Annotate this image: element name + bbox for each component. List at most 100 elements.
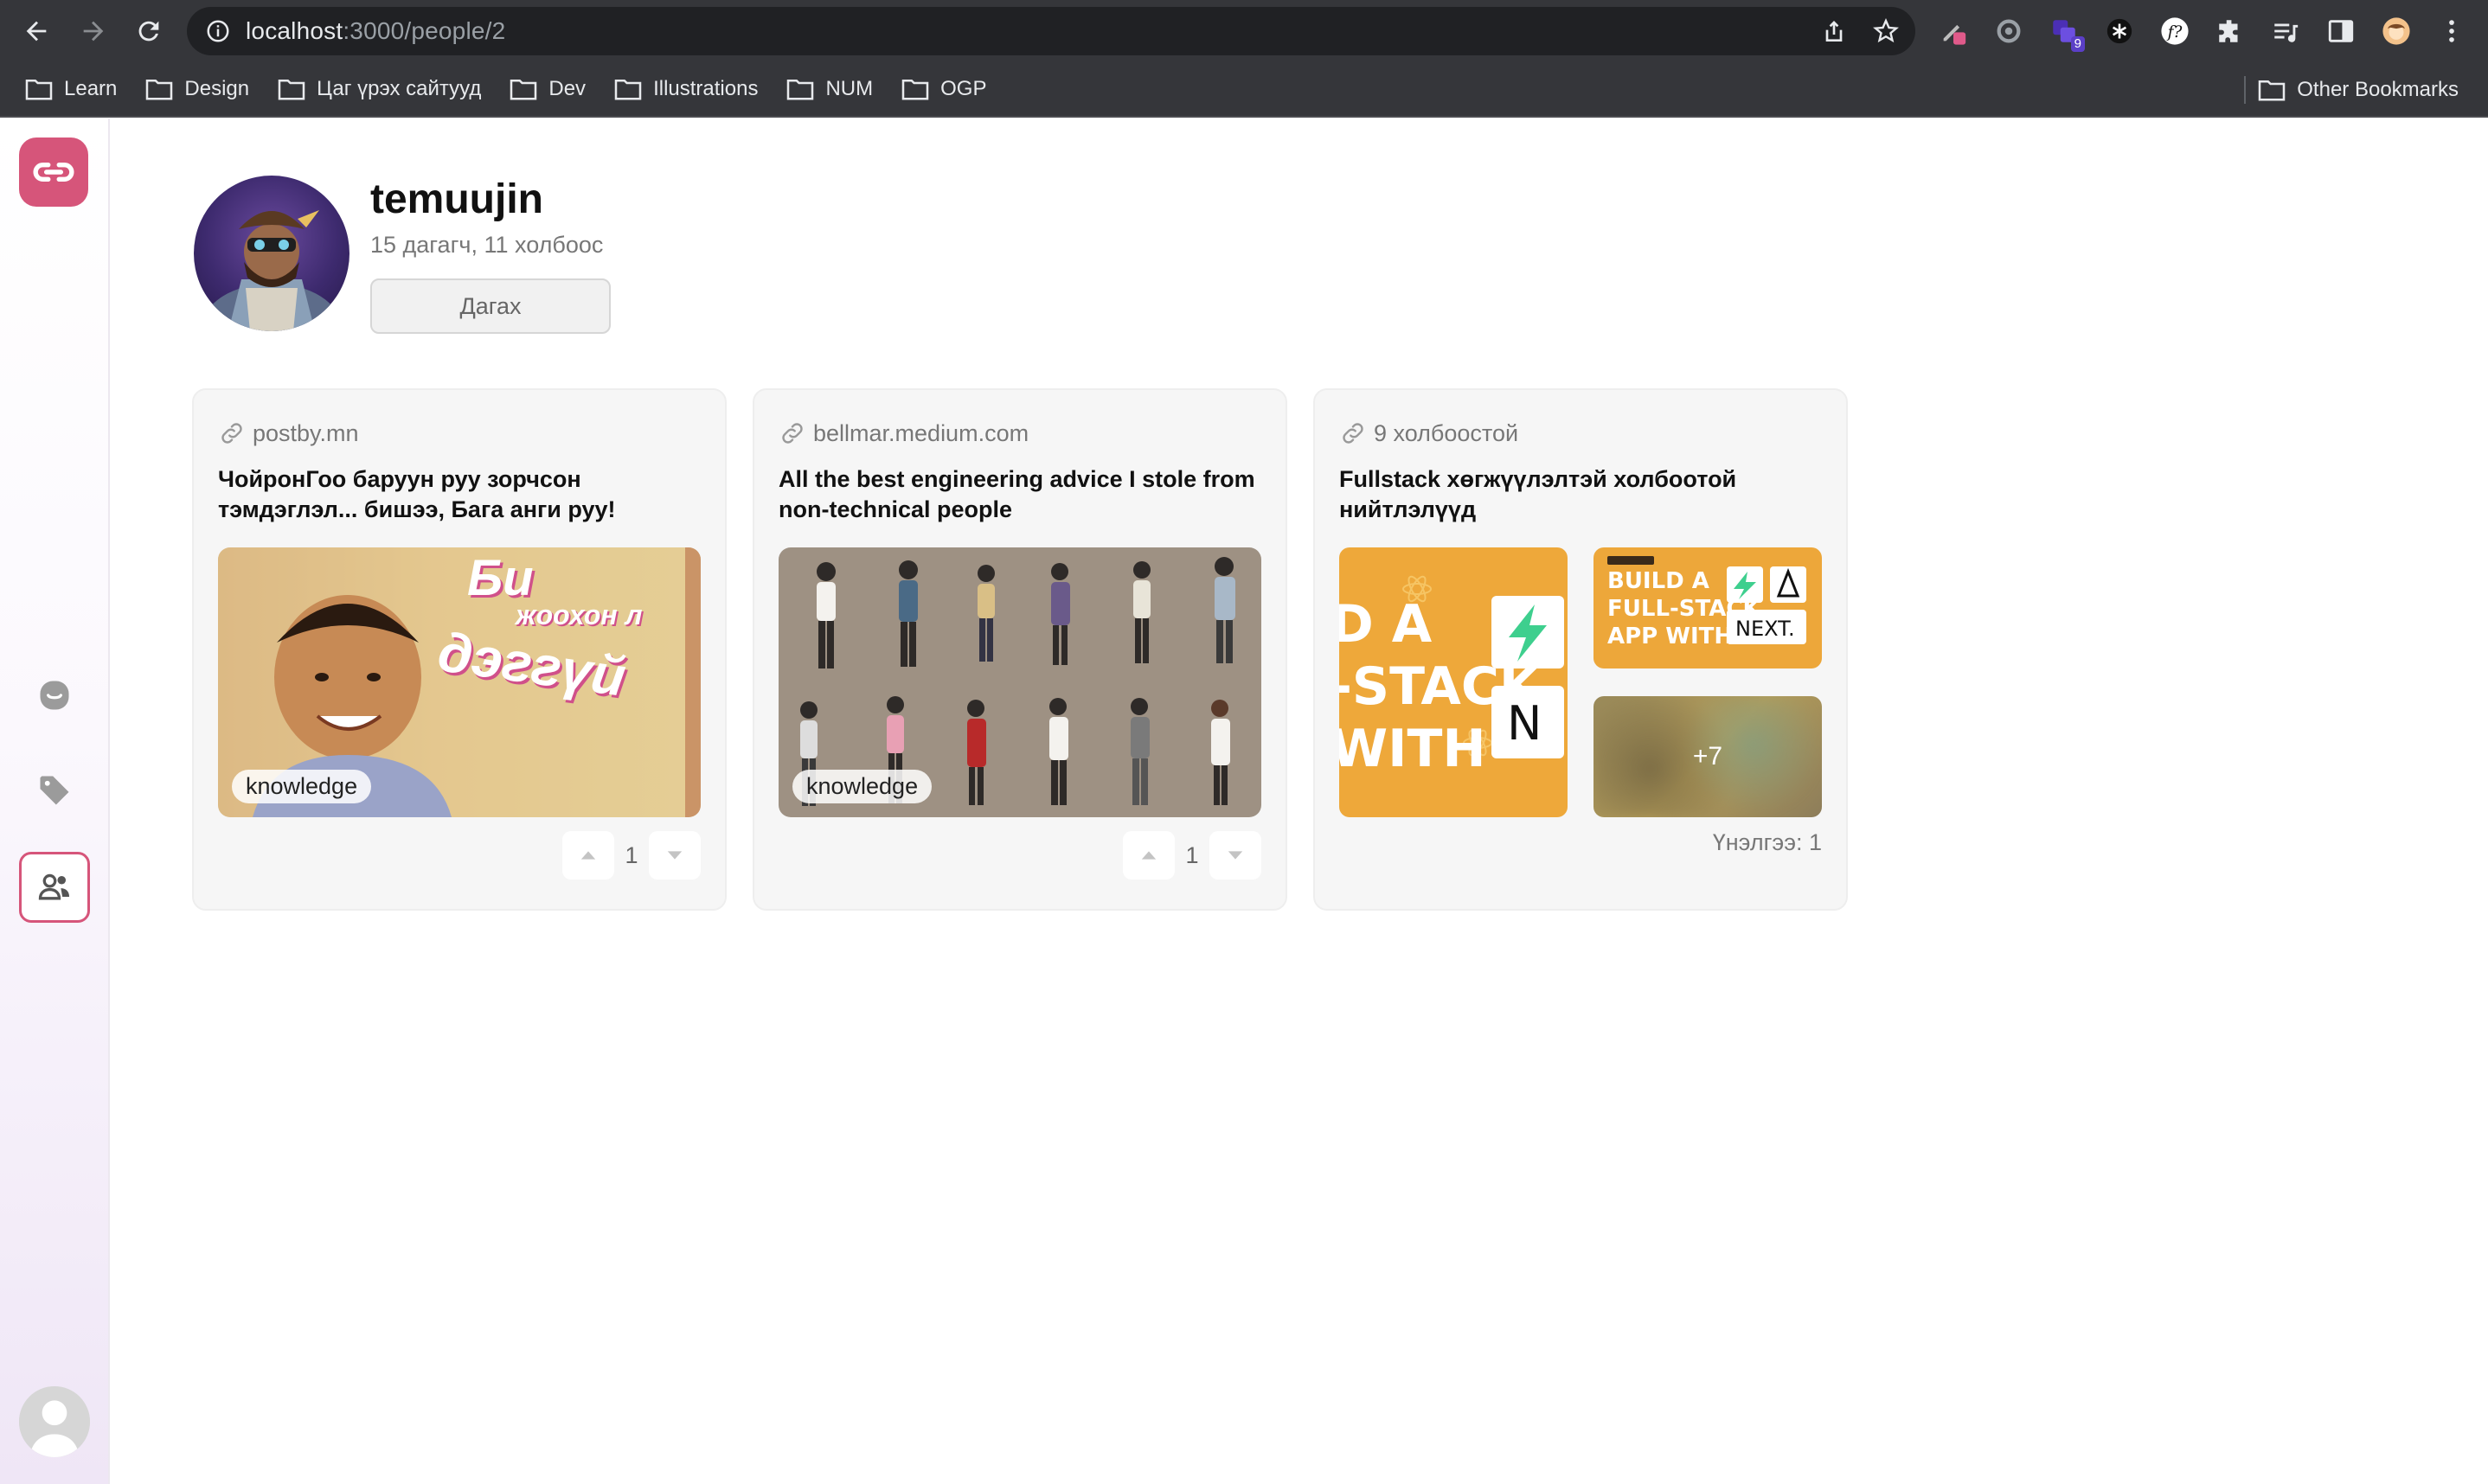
triangle-up-icon (580, 851, 596, 860)
link-card[interactable]: postby.mn ЧойронГоо баруун руу зорчсон т… (192, 388, 727, 911)
card-thumbnail[interactable]: knowledge (779, 547, 1261, 817)
card-link-count: 9 холбоостой (1374, 419, 1519, 446)
link-icon (221, 423, 242, 444)
downvote-button[interactable] (1209, 831, 1261, 880)
profile-avatar (194, 176, 349, 331)
folder-icon (278, 79, 305, 100)
profile-avatar-image (202, 210, 341, 331)
thumb-text-line-2: жоохон л (516, 599, 643, 630)
vote-count: 1 (1185, 841, 1199, 868)
follow-button[interactable]: Дагах (370, 278, 611, 334)
asterisk-extension-icon[interactable] (2100, 12, 2139, 50)
url-path: :3000/people/2 (343, 17, 506, 44)
user-placeholder-icon (19, 1386, 90, 1457)
collection-thumb-1[interactable]: N D A -STACK WITH (1339, 547, 1568, 817)
profile-username: temuujin (370, 176, 543, 222)
bookmark-label: NUM (825, 77, 874, 100)
card-title[interactable]: ЧойронГоо баруун руу зорчсон тэмдэглэл..… (218, 464, 702, 525)
triangle-down-icon (667, 851, 683, 860)
bookmark-label: Design (184, 77, 250, 100)
bookmark-folder[interactable]: OGP (887, 61, 1000, 117)
extensions-area: 9 f? (1934, 0, 2471, 62)
sidebar-item-tags[interactable] (19, 755, 90, 826)
bookmark-folder[interactable]: Illustrations (600, 61, 772, 117)
thumb-text-line-2: -STACK (1339, 656, 1540, 717)
folder-icon (510, 79, 537, 100)
card-domain: postby.mn (218, 419, 359, 447)
smile-icon (40, 681, 69, 710)
app-logo[interactable] (19, 138, 88, 207)
vote-controls: 1 (1123, 831, 1261, 880)
svg-text:f?: f? (2166, 23, 2183, 42)
card-domain-text: bellmar.medium.com (813, 419, 1029, 446)
sidebar-item-people[interactable] (19, 852, 90, 923)
bookmark-label: Цаг үрэх сайтууд (317, 77, 482, 100)
bookmark-folder[interactable]: Design (131, 61, 263, 117)
arrow-right-icon (83, 21, 104, 42)
thumb-text-line-3: APP WITH (1607, 624, 1734, 649)
card-title[interactable]: All the best engineering advice I stole … (779, 464, 1263, 525)
triangle-up-icon (1141, 851, 1157, 860)
function-extension-icon[interactable]: f? (2156, 12, 2194, 50)
downvote-button[interactable] (649, 831, 701, 880)
kebab-menu-icon[interactable] (2433, 12, 2471, 50)
card-tag[interactable]: knowledge (232, 770, 372, 803)
thumb-logo-text: NEXT. (1735, 617, 1795, 641)
card-tag[interactable]: knowledge (792, 770, 933, 803)
forward-button[interactable] (66, 0, 121, 62)
extension-badge: 9 (2070, 36, 2085, 52)
thumb-text-line-1: Би (467, 550, 534, 606)
bookmark-folder[interactable]: Dev (495, 61, 600, 117)
sidebar-item-feed[interactable] (19, 660, 90, 731)
upvote-button[interactable] (562, 831, 614, 880)
shapes-extension-icon[interactable]: 9 (2045, 12, 2085, 52)
tag-icon (40, 776, 69, 805)
thumb-text-line-3: WITH (1339, 719, 1486, 779)
share-icon[interactable] (1820, 17, 1848, 45)
more-count: +7 (1692, 742, 1723, 771)
app-sidebar (0, 118, 110, 1484)
reload-button[interactable] (121, 0, 176, 62)
triangle-down-icon (1228, 851, 1243, 860)
folder-icon (787, 79, 814, 100)
profile-avatar-icon[interactable] (2377, 12, 2415, 50)
profile-stats: 15 дагагч, 11 холбоос (370, 232, 604, 258)
card-domain: bellmar.medium.com (779, 419, 1029, 447)
bookmark-folder[interactable]: NUM (772, 61, 887, 117)
collection-more-thumb[interactable]: +7 (1593, 696, 1822, 817)
info-icon[interactable] (202, 16, 234, 47)
card-domain-text: postby.mn (253, 419, 359, 446)
upvote-button[interactable] (1123, 831, 1175, 880)
link-logo-icon (33, 162, 74, 182)
link-icon (782, 423, 803, 444)
back-button[interactable] (9, 0, 64, 62)
card-domain: 9 холбоостой (1339, 419, 1518, 447)
bookmark-label: OGP (940, 77, 987, 100)
vote-controls: 1 (562, 831, 701, 880)
card-thumbnail[interactable]: Би жоохон л дэггүй knowledge (218, 547, 701, 817)
bookmark-folder[interactable]: Learn (10, 61, 131, 117)
user-avatar[interactable] (19, 1386, 90, 1457)
link-card[interactable]: bellmar.medium.com All the best engineer… (753, 388, 1287, 911)
pen-extension-icon[interactable] (1934, 12, 1972, 50)
browser-toolbar: localhost:3000/people/2 9 f? (0, 0, 2488, 62)
other-bookmarks-folder[interactable]: Other Bookmarks (2243, 62, 2472, 118)
reload-icon (138, 21, 159, 42)
star-icon[interactable] (1872, 17, 1900, 45)
collection-thumb-2[interactable]: BUILD A FULL-STACK APP WITH NEXT. (1593, 547, 1822, 668)
folder-icon (614, 79, 642, 100)
arrow-left-icon (26, 21, 47, 42)
card-title[interactable]: Fullstack хөгжүүлэлтэй холбоотой нийтлэл… (1339, 464, 1824, 525)
address-bar[interactable]: localhost:3000/people/2 (187, 7, 1915, 55)
collection-card[interactable]: 9 холбоостой Fullstack хөгжүүлэлтэй холб… (1313, 388, 1848, 911)
folder-icon (146, 79, 173, 100)
loop-extension-icon[interactable] (1990, 12, 2028, 50)
bookmark-label: Other Bookmarks (2297, 78, 2459, 101)
puzzle-icon[interactable] (2211, 12, 2249, 50)
side-panel-icon[interactable] (2322, 12, 2360, 50)
thumb-text-line-1: BUILD A (1607, 568, 1709, 594)
people-icon (38, 873, 70, 900)
bookmark-folder[interactable]: Цаг үрэх сайтууд (263, 61, 495, 117)
reading-list-icon[interactable] (2267, 12, 2305, 50)
url-text: localhost:3000/people/2 (246, 17, 505, 45)
